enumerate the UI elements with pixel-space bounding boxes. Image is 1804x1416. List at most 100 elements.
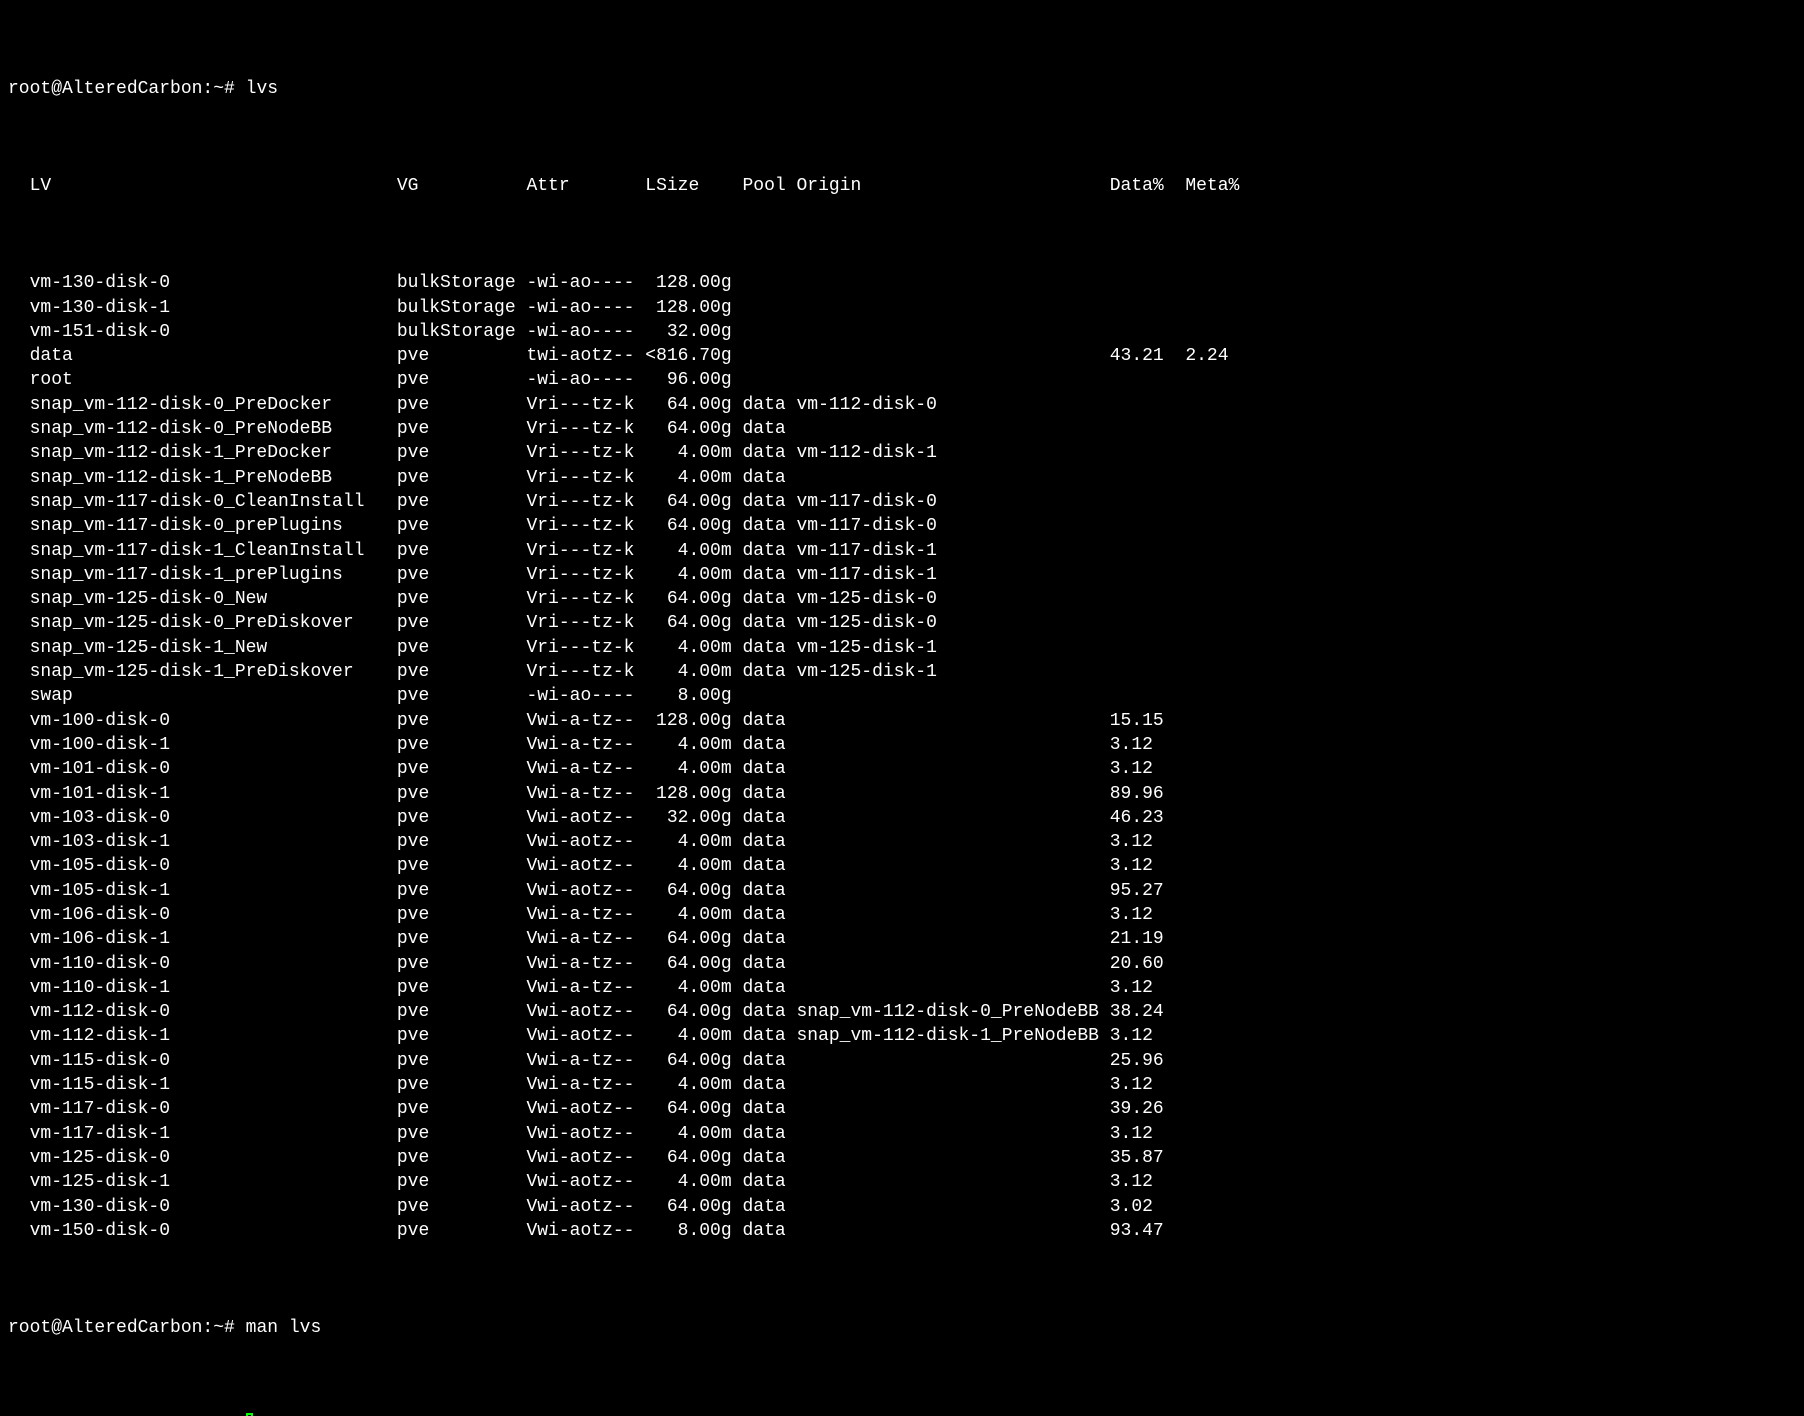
cell-attr: Vwi-a-tz-- bbox=[526, 976, 645, 1000]
cell-attr: Vwi-a-tz-- bbox=[526, 903, 645, 927]
cell-lv: vm-101-disk-1 bbox=[30, 782, 397, 806]
cell-lv: vm-150-disk-0 bbox=[30, 1219, 397, 1243]
cell-pool: data bbox=[742, 952, 796, 976]
cell-lsize: 4.00m bbox=[645, 660, 731, 684]
cell-attr: -wi-ao---- bbox=[526, 296, 645, 320]
lvs-row: snap_vm-112-disk-0_PreNodeBBpveVri---tz-… bbox=[8, 417, 1796, 441]
cell-data: 25.96 bbox=[1110, 1049, 1175, 1073]
cell-vg: pve bbox=[397, 903, 527, 927]
cell-lv: snap_vm-125-disk-1_New bbox=[30, 636, 397, 660]
cell-lsize: 8.00g bbox=[645, 1219, 731, 1243]
lvs-row: snap_vm-125-disk-1_NewpveVri---tz-k4.00m… bbox=[8, 636, 1796, 660]
lvs-row: rootpve-wi-ao----96.00g bbox=[8, 368, 1796, 392]
lvs-row: snap_vm-112-disk-1_PreDockerpveVri---tz-… bbox=[8, 441, 1796, 465]
cell-origin: vm-117-disk-0 bbox=[796, 514, 1109, 538]
cell-vg: pve bbox=[397, 1195, 527, 1219]
cell-attr: Vwi-aotz-- bbox=[526, 1097, 645, 1121]
cell-vg: pve bbox=[397, 539, 527, 563]
cell-origin: vm-125-disk-1 bbox=[796, 636, 1109, 660]
cell-lv: data bbox=[30, 344, 397, 368]
cell-data: 3.12 bbox=[1110, 830, 1175, 854]
cell-lv: vm-130-disk-0 bbox=[30, 1195, 397, 1219]
cell-data: 15.15 bbox=[1110, 709, 1175, 733]
cell-attr: Vri---tz-k bbox=[526, 636, 645, 660]
cell-vg: pve bbox=[397, 830, 527, 854]
cell-lsize: 4.00m bbox=[645, 1170, 731, 1194]
cell-lv: snap_vm-112-disk-0_PreNodeBB bbox=[30, 417, 397, 441]
cell-lv: snap_vm-117-disk-0_CleanInstall bbox=[30, 490, 397, 514]
terminal-output[interactable]: root@AlteredCarbon:~# lvs LVVGAttrLSizeP… bbox=[0, 0, 1804, 1416]
cell-attr: Vwi-aotz-- bbox=[526, 1024, 645, 1048]
cell-pool: data bbox=[742, 757, 796, 781]
lvs-row: vm-130-disk-0bulkStorage-wi-ao----128.00… bbox=[8, 271, 1796, 295]
cell-lv: snap_vm-117-disk-1_prePlugins bbox=[30, 563, 397, 587]
cell-lsize: 64.00g bbox=[645, 1097, 731, 1121]
cell-vg: pve bbox=[397, 441, 527, 465]
cell-lsize: 32.00g bbox=[645, 320, 731, 344]
header-data: Data% bbox=[1110, 174, 1175, 198]
cell-pool: data bbox=[742, 830, 796, 854]
cell-origin: vm-117-disk-0 bbox=[796, 490, 1109, 514]
cell-lsize: 4.00m bbox=[645, 757, 731, 781]
cell-attr: -wi-ao---- bbox=[526, 320, 645, 344]
cell-lsize: 64.00g bbox=[645, 927, 731, 951]
cell-lv: snap_vm-125-disk-0_PreDiskover bbox=[30, 611, 397, 635]
cell-pool: data bbox=[742, 587, 796, 611]
cell-attr: Vwi-a-tz-- bbox=[526, 782, 645, 806]
cell-pool: data bbox=[742, 1024, 796, 1048]
cell-attr: Vwi-aotz-- bbox=[526, 1170, 645, 1194]
lvs-row: vm-130-disk-1bulkStorage-wi-ao----128.00… bbox=[8, 296, 1796, 320]
cell-vg: pve bbox=[397, 611, 527, 635]
header-pool: Pool bbox=[742, 174, 796, 198]
cell-origin: vm-125-disk-0 bbox=[796, 587, 1109, 611]
cell-lsize: 64.00g bbox=[645, 417, 731, 441]
cell-origin: vm-112-disk-1 bbox=[796, 441, 1109, 465]
cell-data: 3.12 bbox=[1110, 1073, 1175, 1097]
cell-lv: vm-106-disk-1 bbox=[30, 927, 397, 951]
prompt-text: root@AlteredCarbon:~# man lvs bbox=[8, 1318, 321, 1338]
cell-origin: vm-112-disk-0 bbox=[796, 393, 1109, 417]
cell-vg: pve bbox=[397, 879, 527, 903]
cell-attr: Vri---tz-k bbox=[526, 587, 645, 611]
cell-vg: pve bbox=[397, 417, 527, 441]
cell-attr: Vwi-aotz-- bbox=[526, 1195, 645, 1219]
cell-data: 3.12 bbox=[1110, 976, 1175, 1000]
cell-lv: root bbox=[30, 368, 397, 392]
cell-lsize: 64.00g bbox=[645, 1000, 731, 1024]
lvs-row: snap_vm-125-disk-0_NewpveVri---tz-k64.00… bbox=[8, 587, 1796, 611]
cell-origin: vm-125-disk-1 bbox=[796, 660, 1109, 684]
lvs-row: snap_vm-117-disk-0_prePluginspveVri---tz… bbox=[8, 514, 1796, 538]
cell-lv: snap_vm-117-disk-0_prePlugins bbox=[30, 514, 397, 538]
cell-lv: vm-103-disk-1 bbox=[30, 830, 397, 854]
cell-pool: data bbox=[742, 563, 796, 587]
lvs-row: vm-125-disk-0pveVwi-aotz--64.00gdata35.8… bbox=[8, 1146, 1796, 1170]
lvs-row: snap_vm-125-disk-0_PreDiskoverpveVri---t… bbox=[8, 611, 1796, 635]
cell-lsize: 4.00m bbox=[645, 466, 731, 490]
cell-vg: pve bbox=[397, 927, 527, 951]
cell-vg: bulkStorage bbox=[397, 271, 527, 295]
cell-data: 93.47 bbox=[1110, 1219, 1175, 1243]
cell-attr: Vwi-a-tz-- bbox=[526, 1073, 645, 1097]
lvs-row: datapvetwi-aotz--<816.70g43.212.24 bbox=[8, 344, 1796, 368]
cell-attr: Vri---tz-k bbox=[526, 466, 645, 490]
lvs-row: snap_vm-117-disk-1_prePluginspveVri---tz… bbox=[8, 563, 1796, 587]
cell-attr: Vri---tz-k bbox=[526, 660, 645, 684]
lvs-row: vm-106-disk-1pveVwi-a-tz--64.00gdata21.1… bbox=[8, 927, 1796, 951]
lvs-row: vm-100-disk-1pveVwi-a-tz--4.00mdata3.12 bbox=[8, 733, 1796, 757]
cell-attr: Vwi-aotz-- bbox=[526, 879, 645, 903]
cell-pool: data bbox=[742, 1122, 796, 1146]
cell-lv: vm-112-disk-1 bbox=[30, 1024, 397, 1048]
cell-lv: vm-103-disk-0 bbox=[30, 806, 397, 830]
header-origin: Origin bbox=[796, 174, 1109, 198]
cell-lv: vm-101-disk-0 bbox=[30, 757, 397, 781]
cell-pool: data bbox=[742, 611, 796, 635]
header-vg: VG bbox=[397, 174, 527, 198]
cell-pool: data bbox=[742, 393, 796, 417]
cell-attr: twi-aotz-- bbox=[526, 344, 645, 368]
cell-lsize: 64.00g bbox=[645, 952, 731, 976]
cell-vg: pve bbox=[397, 976, 527, 1000]
cell-vg: pve bbox=[397, 757, 527, 781]
cell-pool: data bbox=[742, 490, 796, 514]
lvs-header-row: LVVGAttrLSizePoolOriginData%Meta% bbox=[8, 174, 1796, 198]
lvs-row: vm-110-disk-1pveVwi-a-tz--4.00mdata3.12 bbox=[8, 976, 1796, 1000]
